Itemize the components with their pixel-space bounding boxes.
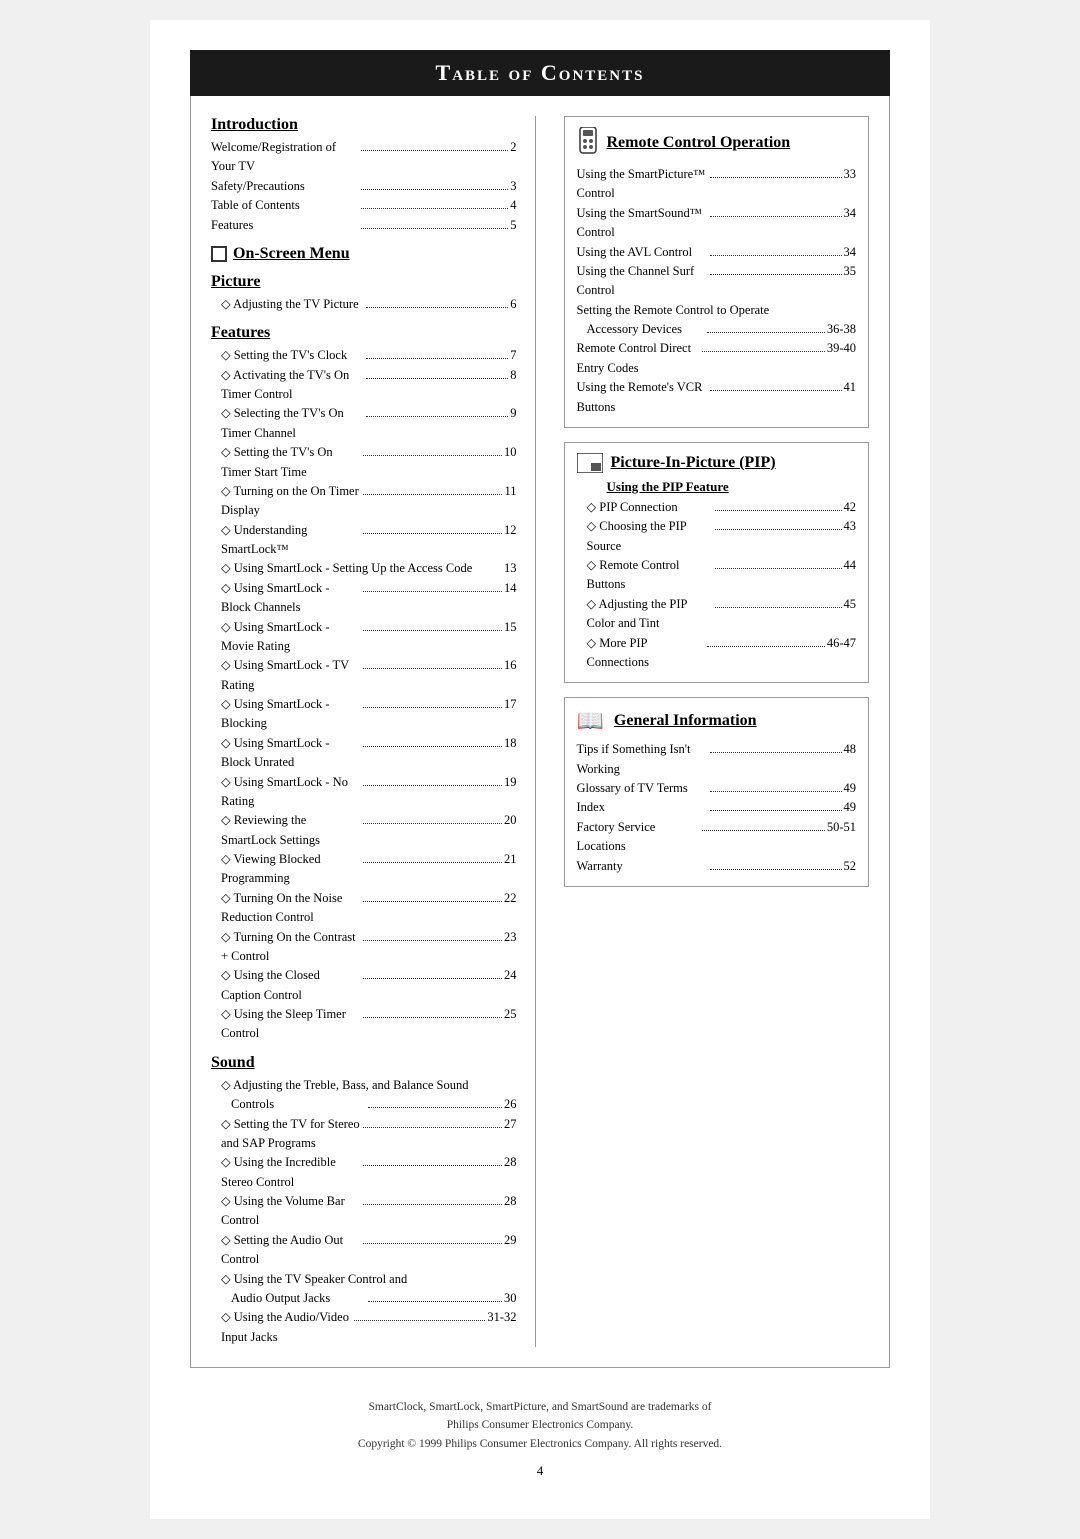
list-item: Using the AVL Control 34 — [577, 243, 857, 262]
list-item: ◇ Setting the TV for Stereo and SAP Prog… — [211, 1115, 517, 1154]
list-item: ◇ More PIP Connections 46-47 — [577, 634, 857, 673]
list-item: Index 49 — [577, 798, 857, 817]
list-item: Features 5 — [211, 216, 517, 235]
list-item: Welcome/Registration of Your TV 2 — [211, 138, 517, 177]
book-icon: 📖 — [577, 708, 604, 734]
list-item: ◇ Reviewing the SmartLock Settings 20 — [211, 811, 517, 850]
list-item: ◇ Turning On the Contrast + Control 23 — [211, 928, 517, 967]
list-item: ◇ Understanding SmartLock™ 12 — [211, 521, 517, 560]
list-item: ◇ Using SmartLock - Setting Up the Acces… — [211, 559, 517, 578]
list-item: Warranty 52 — [577, 857, 857, 876]
footer-line2: Philips Consumer Electronics Company. — [190, 1416, 890, 1434]
pip-items: ◇ PIP Connection 42 ◇ Choosing the PIP S… — [577, 498, 857, 672]
list-item: Using the Channel Surf Control 35 — [577, 262, 857, 301]
introduction-title: Introduction — [211, 116, 517, 134]
list-item: Using the Remote's VCR Buttons 41 — [577, 378, 857, 417]
list-item: ◇ Adjusting the PIP Color and Tint 45 — [577, 595, 857, 634]
remote-control-icon — [577, 127, 599, 159]
content-wrapper: Introduction Welcome/Registration of You… — [190, 96, 890, 1368]
list-item: ◇ Using the Closed Caption Control 24 — [211, 966, 517, 1005]
list-item: ◇ Remote Control Buttons 44 — [577, 556, 857, 595]
general-info-items: Tips if Something Isn't Working 48 Gloss… — [577, 740, 857, 876]
footer: SmartClock, SmartLock, SmartPicture, and… — [190, 1398, 890, 1453]
left-column: Introduction Welcome/Registration of You… — [211, 116, 536, 1347]
list-item: Setting the Remote Control to Operate Ac… — [577, 301, 857, 340]
list-item: Factory Service Locations 50-51 — [577, 818, 857, 857]
list-item: ◇ Viewing Blocked Programming 21 — [211, 850, 517, 889]
general-info-section: 📖 General Information Tips if Something … — [564, 697, 870, 887]
list-item: Glossary of TV Terms 49 — [577, 779, 857, 798]
footer-line3: Copyright © 1999 Philips Consumer Electr… — [190, 1435, 890, 1453]
list-item: ◇ Using SmartLock - TV Rating 16 — [211, 656, 517, 695]
page: Table of Contents Introduction Welcome/R… — [150, 20, 930, 1519]
remote-control-section: Remote Control Operation Using the Smart… — [564, 116, 870, 428]
list-item: Safety/Precautions 3 — [211, 177, 517, 196]
list-item: ◇ Using SmartLock - Block Unrated 18 — [211, 734, 517, 773]
on-screen-menu-title: On-Screen Menu — [233, 245, 350, 263]
pip-subtitle: Using the PIP Feature — [607, 479, 857, 495]
footer-line1: SmartClock, SmartLock, SmartPicture, and… — [190, 1398, 890, 1416]
list-item: ◇ Using SmartLock - Movie Rating 15 — [211, 618, 517, 657]
list-item: ◇ Choosing the PIP Source 43 — [577, 517, 857, 556]
list-item: ◇ Using SmartLock - Block Channels 14 — [211, 579, 517, 618]
list-item: Remote Control Direct Entry Codes 39-40 — [577, 339, 857, 378]
pip-section: Picture-In-Picture (PIP) Using the PIP F… — [564, 442, 870, 683]
list-item: ◇ Setting the TV's Clock 7 — [211, 346, 517, 365]
pip-icon — [577, 453, 603, 473]
list-item: ◇ Using the TV Speaker Control and Audio… — [211, 1270, 517, 1309]
remote-control-items: Using the SmartPicture™ Control 33 Using… — [577, 165, 857, 417]
remote-control-title: Remote Control Operation — [607, 134, 791, 152]
list-item: ◇ PIP Connection 42 — [577, 498, 857, 517]
on-screen-menu-icon — [211, 246, 227, 262]
right-column: Remote Control Operation Using the Smart… — [556, 116, 870, 1347]
list-item: ◇ Using the Incredible Stereo Control 28 — [211, 1153, 517, 1192]
list-item: ◇ Using the Audio/Video Input Jacks 31-3… — [211, 1308, 517, 1347]
list-item: Table of Contents 4 — [211, 196, 517, 215]
list-item: ◇ Using the Sleep Timer Control 25 — [211, 1005, 517, 1044]
list-item: ◇ Using SmartLock - Blocking 17 — [211, 695, 517, 734]
introduction-items: Welcome/Registration of Your TV 2 Safety… — [211, 138, 517, 235]
features-items: ◇ Setting the TV's Clock 7 ◇ Activating … — [211, 346, 517, 1044]
list-item: ◇ Adjusting the TV Picture 6 — [211, 295, 517, 314]
list-item: ◇ Using SmartLock - No Rating 19 — [211, 773, 517, 812]
title-text: Table of Contents — [436, 60, 645, 85]
list-item: ◇ Turning on the On Timer Display 11 — [211, 482, 517, 521]
list-item: Tips if Something Isn't Working 48 — [577, 740, 857, 779]
sound-items: ◇ Adjusting the Treble, Bass, and Balanc… — [211, 1076, 517, 1347]
list-item: ◇ Activating the TV's On Timer Control 8 — [211, 366, 517, 405]
sound-title: Sound — [211, 1054, 517, 1072]
pip-header: Picture-In-Picture (PIP) — [577, 453, 857, 473]
features-title: Features — [211, 324, 517, 342]
list-item: ◇ Setting the TV's On Timer Start Time 1… — [211, 443, 517, 482]
list-item: Using the SmartPicture™ Control 33 — [577, 165, 857, 204]
on-screen-menu-header: On-Screen Menu — [211, 245, 517, 263]
page-title: Table of Contents — [190, 50, 890, 96]
list-item: ◇ Adjusting the Treble, Bass, and Balanc… — [211, 1076, 517, 1115]
list-item: ◇ Setting the Audio Out Control 29 — [211, 1231, 517, 1270]
picture-title: Picture — [211, 273, 517, 291]
list-item: Using the SmartSound™ Control 34 — [577, 204, 857, 243]
list-item: ◇ Turning On the Noise Reduction Control… — [211, 889, 517, 928]
page-number: 4 — [190, 1463, 890, 1479]
list-item: ◇ Using the Volume Bar Control 28 — [211, 1192, 517, 1231]
pip-title: Picture-In-Picture (PIP) — [611, 454, 776, 472]
general-info-header: 📖 General Information — [577, 708, 857, 734]
list-item: ◇ Selecting the TV's On Timer Channel 9 — [211, 404, 517, 443]
general-info-title: General Information — [614, 712, 757, 730]
remote-control-header: Remote Control Operation — [577, 127, 857, 159]
